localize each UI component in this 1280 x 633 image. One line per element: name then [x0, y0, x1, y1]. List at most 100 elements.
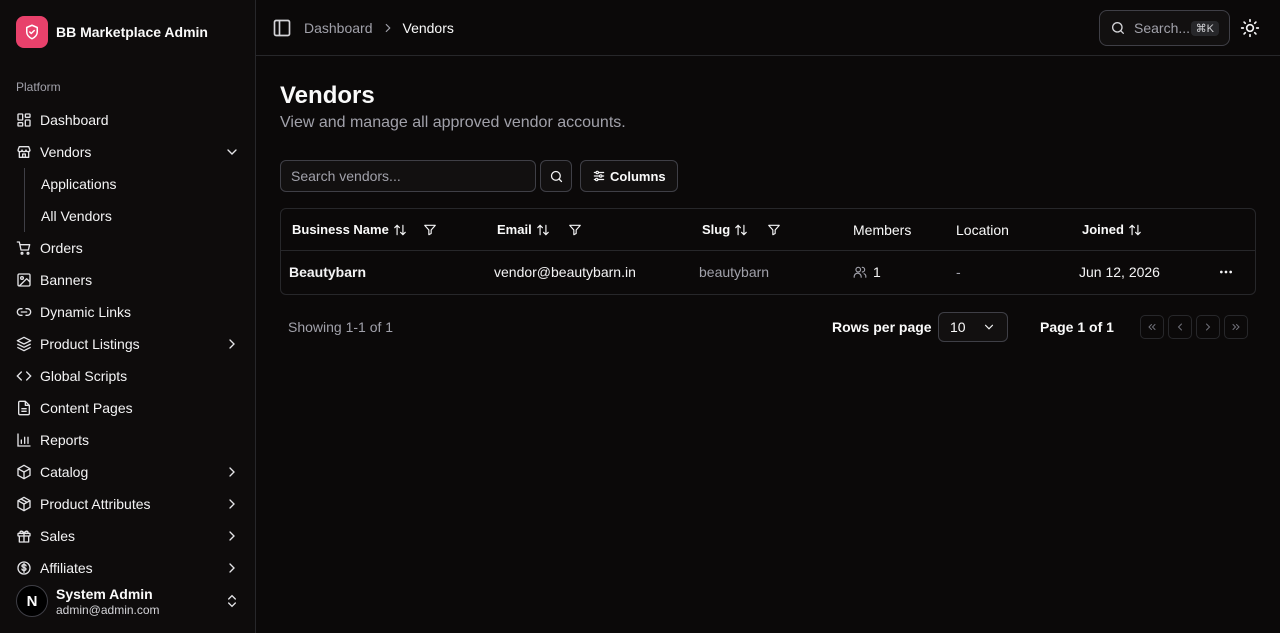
gift-icon — [17, 530, 31, 543]
column-label: Location — [956, 221, 1009, 238]
sidebar-item-label: Product Listings — [40, 336, 140, 352]
page-subtitle: View and manage all approved vendor acco… — [280, 114, 626, 131]
top-header: Dashboard Vendors Search... ⌘K — [256, 0, 1280, 56]
user-name: System Admin — [56, 585, 153, 602]
sidebar-item-label: Applications — [41, 176, 117, 192]
global-search-button[interactable]: Search... ⌘K — [1099, 10, 1230, 46]
sidebar-toggle-icon[interactable] — [272, 18, 292, 38]
sidebar-item-global-scripts[interactable]: Global Scripts — [8, 360, 248, 392]
column-header-email[interactable]: Email — [497, 209, 550, 250]
vendors-table: Business Name Email Slug Members Locatio… — [280, 208, 1256, 295]
filter-icon[interactable] — [568, 223, 582, 237]
sidebar-item-label: Sales — [40, 528, 76, 544]
shield-icon — [16, 16, 48, 48]
more-horizontal-icon — [1220, 270, 1232, 274]
table-pagination: Showing 1-1 of 1 Rows per page 10 Page 1… — [280, 312, 1256, 342]
app-name: BB Marketplace Admin — [56, 24, 208, 40]
previous-page-button[interactable] — [1168, 315, 1192, 339]
sidebar-item-label: Global Scripts — [40, 368, 128, 384]
dashboard-icon — [17, 113, 31, 127]
sidebar-item-label: Affiliates — [40, 560, 93, 576]
breadcrumb-dashboard[interactable]: Dashboard — [304, 20, 373, 36]
column-header-location: Location — [956, 209, 1009, 250]
chevron-right-icon — [1206, 323, 1211, 331]
sidebar-item-label: Dynamic Links — [40, 304, 132, 320]
sidebar-item-all-vendors[interactable]: All Vendors — [33, 200, 248, 232]
column-header-slug[interactable]: Slug — [702, 209, 748, 250]
search-icon — [1112, 22, 1124, 34]
rows-per-page-label: Rows per page — [832, 319, 932, 335]
sidebar-item-label: Product Attributes — [40, 496, 151, 512]
table-toolbar: Columns — [280, 160, 678, 192]
box-icon — [17, 496, 31, 512]
layers-icon — [16, 336, 32, 352]
sidebar-section-label: Platform — [16, 80, 61, 94]
filter-icon[interactable] — [423, 223, 437, 237]
sidebar-item-dynamic-links[interactable]: Dynamic Links — [8, 296, 248, 328]
cell-business-name[interactable]: Beautybarn — [289, 250, 366, 294]
sort-icon[interactable] — [734, 223, 748, 237]
sidebar-item-vendors[interactable]: Vendors — [8, 136, 248, 168]
chevron-down-icon — [227, 149, 237, 155]
cell-joined: Jun 12, 2026 — [1079, 264, 1160, 280]
vendors-submenu: Applications All Vendors — [24, 168, 248, 232]
user-menu[interactable]: N System Admin admin@admin.com — [8, 576, 248, 626]
sidebar-item-product-listings[interactable]: Product Listings — [8, 328, 248, 360]
sort-icon[interactable] — [536, 223, 550, 237]
sidebar-item-orders[interactable]: Orders — [8, 232, 248, 264]
code-icon — [16, 371, 32, 381]
sliders-icon — [593, 170, 605, 182]
sidebar-item-catalog[interactable]: Catalog — [8, 456, 248, 488]
sort-icon[interactable] — [393, 223, 407, 237]
chevrons-right-icon — [1232, 324, 1240, 330]
package-icon — [17, 464, 31, 480]
columns-button[interactable]: Columns — [580, 160, 678, 192]
chevron-right-icon — [229, 467, 235, 477]
column-header-members: Members — [853, 209, 911, 250]
column-label: Joined — [1082, 222, 1124, 237]
store-icon — [17, 146, 31, 158]
sidebar-item-label: Vendors — [40, 144, 92, 160]
rows-per-page-select[interactable]: 10 — [938, 312, 1008, 342]
sidebar-item-sales[interactable]: Sales — [8, 520, 248, 552]
sidebar-item-applications[interactable]: Applications — [33, 168, 248, 200]
sidebar-item-product-attributes[interactable]: Product Attributes — [8, 488, 248, 520]
search-button[interactable] — [540, 160, 572, 192]
sidebar-item-label: Reports — [40, 432, 90, 448]
filter-icon[interactable] — [767, 223, 781, 237]
sort-icon[interactable] — [1128, 223, 1142, 237]
user-email: admin@admin.com — [56, 602, 160, 617]
sidebar-item-dashboard[interactable]: Dashboard — [8, 104, 248, 136]
first-page-button[interactable] — [1140, 315, 1164, 339]
chevron-right-icon — [385, 23, 391, 32]
chevron-down-icon — [984, 324, 994, 330]
bar-chart-icon — [17, 433, 31, 447]
column-header-business-name[interactable]: Business Name — [292, 209, 407, 250]
brand[interactable]: BB Marketplace Admin — [16, 16, 208, 48]
link-icon — [16, 308, 32, 316]
vendor-search-input[interactable] — [280, 160, 536, 192]
next-page-button[interactable] — [1196, 315, 1220, 339]
chevron-right-icon — [229, 563, 235, 573]
members-count: 1 — [873, 264, 881, 280]
showing-count: Showing 1-1 of 1 — [288, 319, 394, 335]
sidebar-item-content-pages[interactable]: Content Pages — [8, 392, 248, 424]
row-actions-button[interactable] — [1218, 250, 1240, 294]
shortcut-badge: ⌘K — [1190, 20, 1219, 36]
cell-location: - — [956, 264, 961, 280]
rows-per-page-value: 10 — [950, 319, 966, 335]
sidebar-item-banners[interactable]: Banners — [8, 264, 248, 296]
global-search-label: Search... — [1134, 20, 1191, 36]
chevron-right-icon — [229, 531, 235, 541]
last-page-button[interactable] — [1224, 315, 1248, 339]
users-icon — [853, 266, 867, 278]
page-title: Vendors — [280, 82, 375, 109]
breadcrumb: Dashboard Vendors — [304, 20, 454, 36]
sun-icon[interactable] — [1240, 18, 1260, 38]
avatar: N — [16, 585, 48, 617]
sidebar-item-label: Content Pages — [40, 400, 133, 416]
columns-label: Columns — [610, 168, 666, 184]
sidebar-item-reports[interactable]: Reports — [8, 424, 248, 456]
column-header-joined[interactable]: Joined — [1082, 209, 1142, 250]
column-label: Email — [497, 222, 532, 237]
